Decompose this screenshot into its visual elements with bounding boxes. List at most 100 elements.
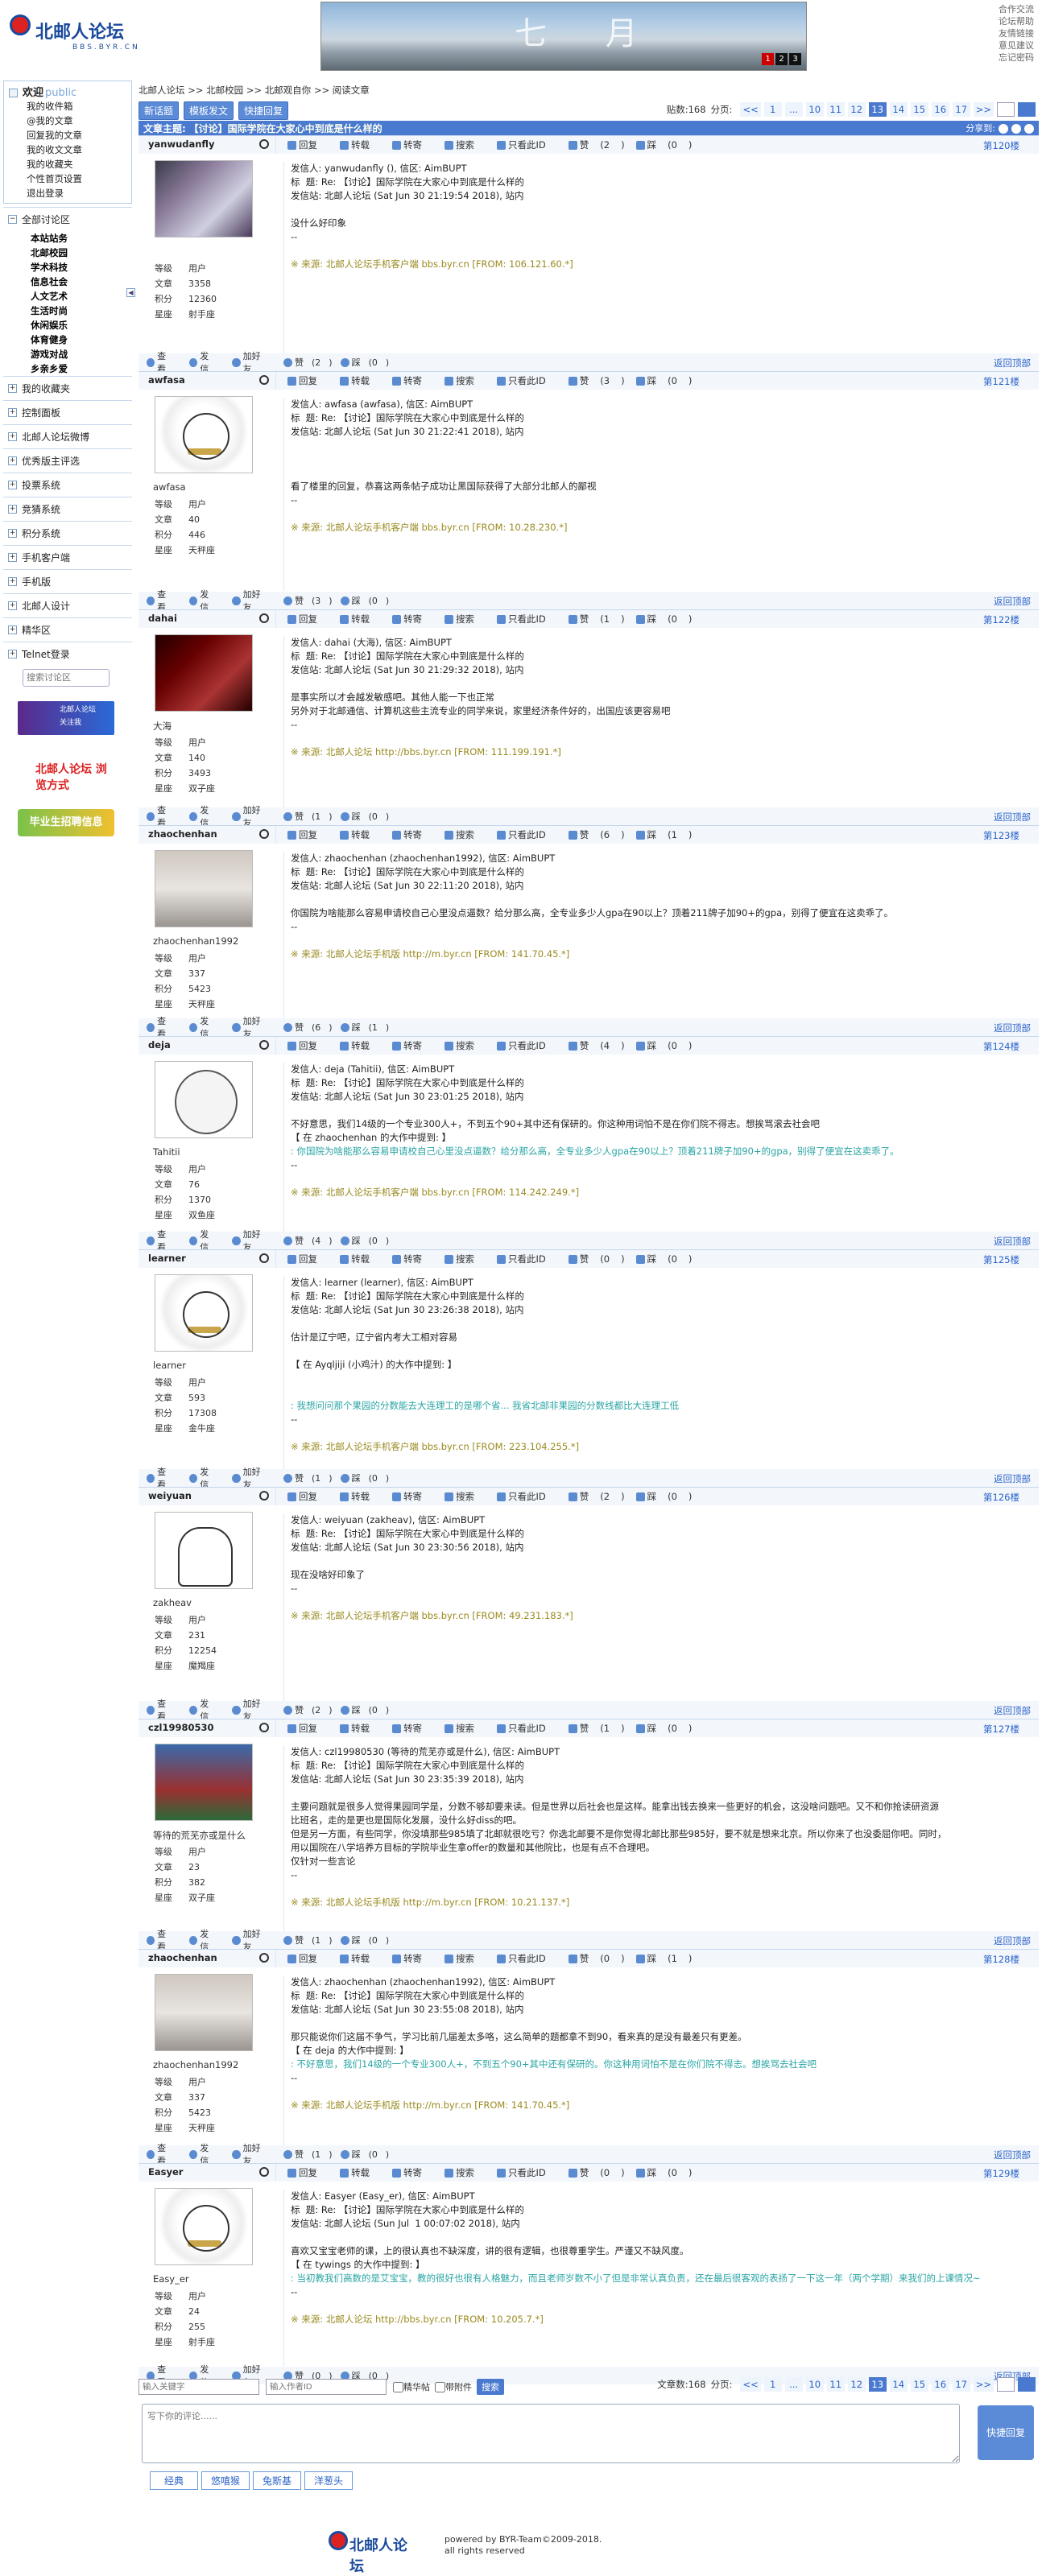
sidebar-section[interactable]: + 投票系统 [3,473,132,497]
dislike-button[interactable]: 踩(1) [635,1952,692,1965]
transfer-button[interactable]: 转寄 [392,1253,433,1265]
only-author-button[interactable]: 只看此ID [497,1253,557,1265]
only-author-button[interactable]: 只看此ID [497,1952,557,1965]
forward-button[interactable]: 转载 [340,138,381,151]
like-button[interactable]: 赞(4) [283,1234,333,1247]
sidebar-section[interactable]: + 竞猜系统 [3,497,132,521]
reply-button[interactable]: 回复 [287,1253,329,1265]
avatar[interactable] [155,2188,253,2265]
page-link[interactable]: 16 [931,2377,949,2392]
board-category[interactable]: 学术科技 [3,260,132,275]
page-link[interactable]: 12 [847,2377,866,2392]
banner-page[interactable]: 3 [789,53,801,65]
sidebar-section[interactable]: + 控制面板 [3,400,132,424]
like-button[interactable]: 赞(6) [568,828,625,841]
only-author-button[interactable]: 只看此ID [497,828,557,841]
dislike-button[interactable]: 踩(0) [635,1490,692,1503]
search-button[interactable]: 搜索 [445,374,486,387]
post-username[interactable]: learner [148,1253,186,1264]
search-button[interactable]: 搜索 [445,1952,486,1965]
page-link[interactable]: 1 [763,2377,782,2392]
dislike-button[interactable]: 踩(0) [340,356,389,369]
forward-button[interactable]: 转载 [340,2166,381,2179]
transfer-button[interactable]: 转寄 [392,374,433,387]
sidebar-collapse-button[interactable]: ◀ [126,288,135,297]
post-username[interactable]: deja [148,1039,171,1051]
dislike-button[interactable]: 踩(0) [635,1039,692,1052]
board-category[interactable]: 信息社会 [3,275,132,289]
board-category[interactable]: 休闲娱乐 [3,318,132,332]
user-link[interactable]: 我的收件箱 [9,99,126,114]
transfer-button[interactable]: 转寄 [392,2166,433,2179]
page-link[interactable]: 17 [952,102,970,117]
emoji-tab[interactable]: 洋葱头 [304,2471,353,2490]
back-to-top-link[interactable]: 返回顶部 [994,595,1031,608]
floor-number[interactable]: 第120楼 [983,139,1019,152]
dislike-button[interactable]: 踩(0) [340,1703,389,1716]
floor-number[interactable]: 第121楼 [983,375,1019,388]
dislike-button[interactable]: 踩(0) [340,810,389,823]
sidebar-section[interactable]: + 积分系统 [3,521,132,545]
dislike-button[interactable]: 踩(0) [340,1472,389,1484]
avatar[interactable] [155,634,253,712]
back-to-top-link[interactable]: 返回顶部 [994,1704,1031,1717]
forward-button[interactable]: 转载 [340,1039,381,1052]
search-button[interactable]: 搜索 [477,2379,504,2395]
only-author-button[interactable]: 只看此ID [497,613,557,625]
only-author-button[interactable]: 只看此ID [497,138,557,151]
dislike-button[interactable]: 踩(0) [635,1253,692,1265]
author-id-input[interactable] [266,2379,387,2395]
board-category[interactable]: 本站站务 [3,231,132,246]
banner-page[interactable]: 1 [762,53,774,65]
floor-number[interactable]: 第127楼 [983,1723,1019,1736]
like-button[interactable]: 赞(1) [283,2148,333,2161]
forward-button[interactable]: 转载 [340,1952,381,1965]
back-to-top-link[interactable]: 返回顶部 [994,1235,1031,1248]
floor-number[interactable]: 第123楼 [983,829,1019,842]
dislike-button[interactable]: 踩(0) [340,594,389,607]
only-author-button[interactable]: 只看此ID [497,1722,557,1735]
search-button[interactable]: 搜索 [445,1722,486,1735]
share-renren-icon[interactable] [1024,124,1034,134]
top-link[interactable]: 意见建议 [994,39,1034,52]
like-button[interactable]: 赞(2) [283,356,333,369]
avatar[interactable] [155,160,253,237]
sidebar-section[interactable]: + 精华区 [3,617,132,642]
like-button[interactable]: 赞(3) [283,594,333,607]
avatar[interactable] [155,1974,253,2051]
sidebar-section[interactable]: + 我的收藏夹 [3,376,132,400]
floor-number[interactable]: 第129楼 [983,2167,1019,2180]
dislike-button[interactable]: 踩(0) [635,1722,692,1735]
like-button[interactable]: 赞(1) [568,613,625,625]
page-link[interactable]: 11 [826,2377,845,2392]
dislike-button[interactable]: 踩(0) [340,1934,389,1946]
only-author-button[interactable]: 只看此ID [497,1039,557,1052]
quick-reply-button[interactable]: 快捷回复 [238,101,289,120]
transfer-button[interactable]: 转寄 [392,1722,433,1735]
emoji-tab[interactable]: 经典 [150,2471,198,2490]
keyword-input[interactable] [139,2379,259,2395]
post-username[interactable]: weiyuan [148,1490,192,1501]
transfer-button[interactable]: 转寄 [392,828,433,841]
dislike-button[interactable]: 踩(1) [340,1021,389,1034]
page-link[interactable]: 12 [847,102,866,117]
avatar[interactable] [155,396,253,473]
page-link[interactable]: 14 [889,102,908,117]
emoji-tab[interactable]: 兔斯基 [253,2471,301,2490]
dislike-button[interactable]: 踩(0) [635,374,692,387]
reply-button[interactable]: 回复 [287,1039,329,1052]
post-username[interactable]: czl19980530 [148,1722,213,1733]
like-button[interactable]: 赞(6) [283,1021,333,1034]
quick-reply-submit[interactable]: 快捷回复 [978,2405,1034,2460]
page-link[interactable]: 10 [805,2377,824,2392]
user-link[interactable]: 退出登录 [9,186,126,200]
board-category[interactable]: 人文艺术 [3,289,132,303]
dislike-button[interactable]: 踩(0) [340,2148,389,2161]
page-link[interactable]: 10 [805,102,824,117]
user-link[interactable]: 我的收藏夹 [9,157,126,171]
page-next[interactable]: >> [973,102,994,117]
floor-number[interactable]: 第126楼 [983,1491,1019,1504]
reply-button[interactable]: 回复 [287,828,329,841]
reply-button[interactable]: 回复 [287,2166,329,2179]
only-author-button[interactable]: 只看此ID [497,2166,557,2179]
